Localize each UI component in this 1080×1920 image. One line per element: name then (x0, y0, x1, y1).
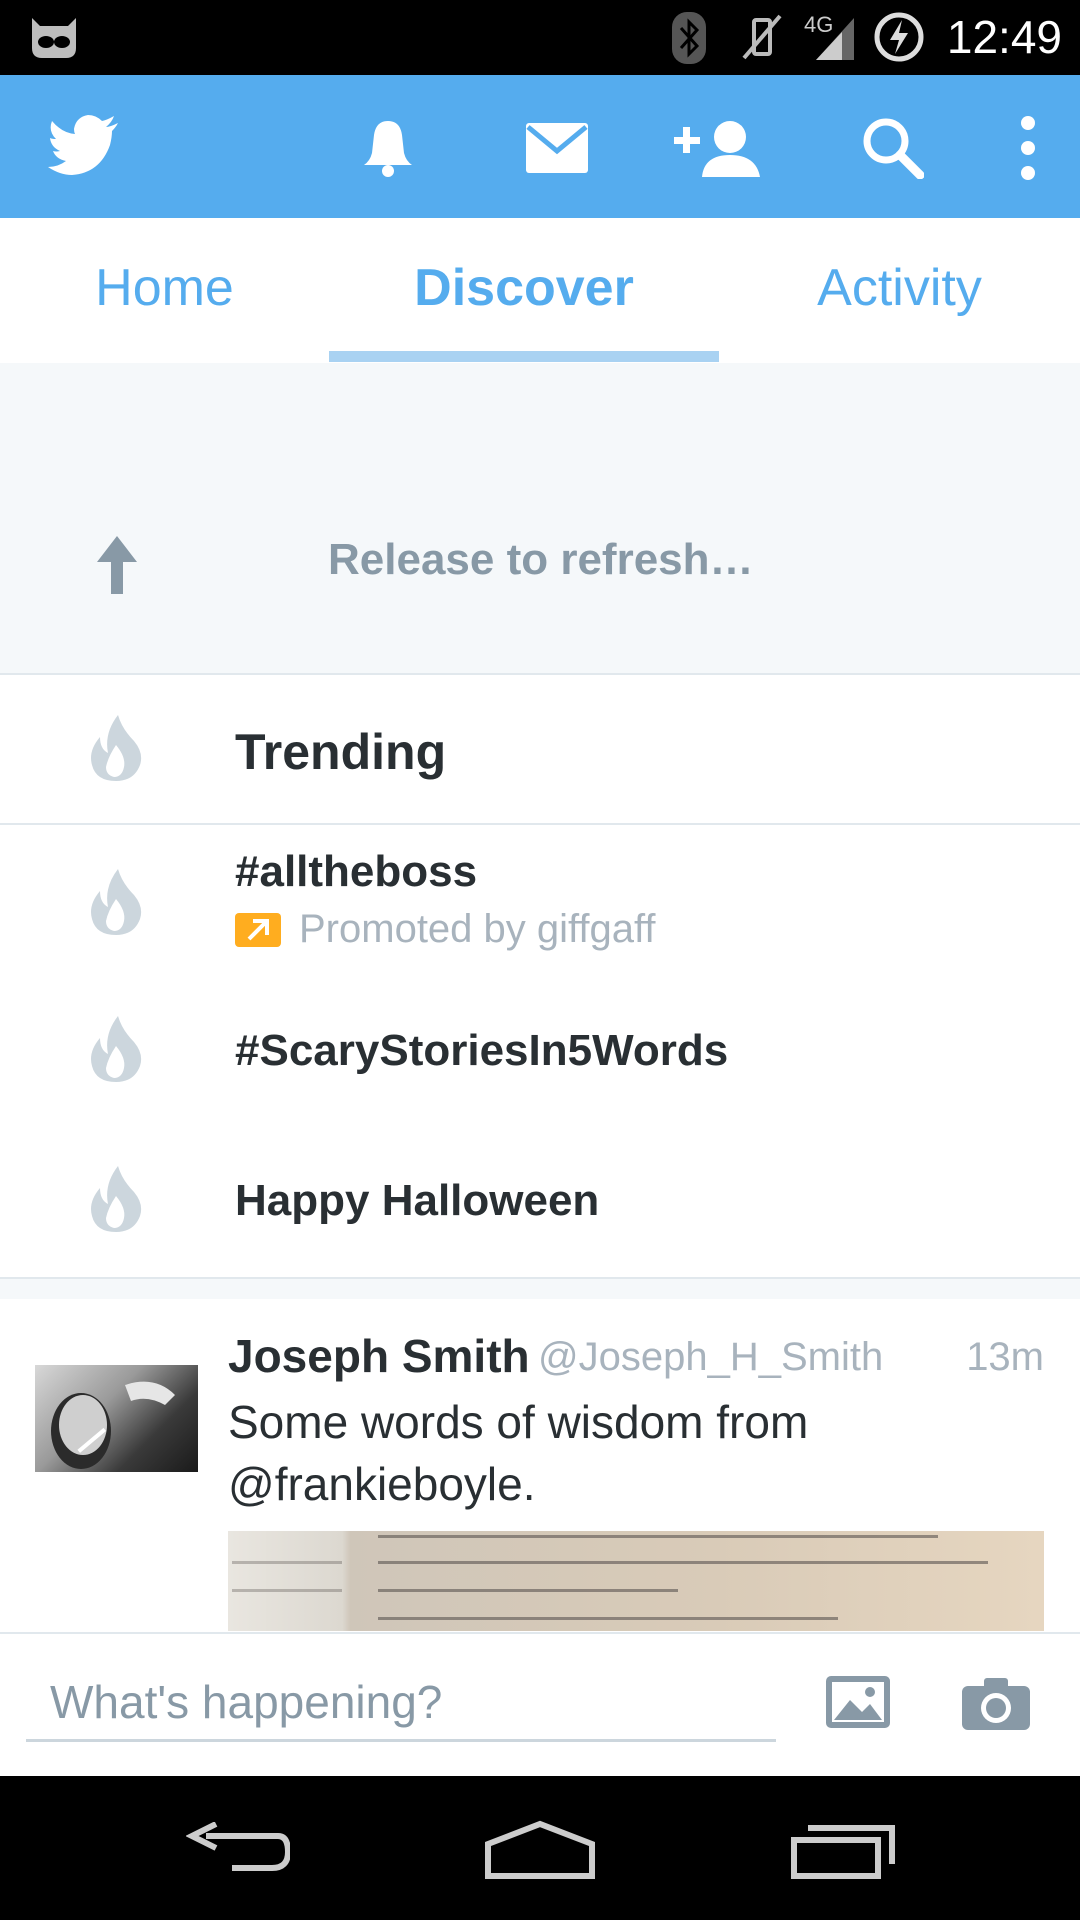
bluetooth-icon (672, 12, 706, 64)
trend-name: #alltheboss (235, 847, 478, 896)
messages-envelope-icon[interactable] (526, 123, 588, 173)
system-navigation-bar (0, 1776, 1080, 1920)
flame-icon (91, 715, 142, 781)
promoted-label: Promoted by giffgaff (235, 907, 656, 952)
tab-activity[interactable]: Activity (719, 218, 1080, 363)
promoted-text: Promoted by giffgaff (299, 907, 656, 951)
recents-icon[interactable] (790, 1820, 896, 1880)
clock: 12:49 (946, 11, 1062, 63)
status-bar: 4G 12:49 (0, 0, 1080, 75)
trend-name: Happy Halloween (235, 1176, 600, 1225)
add-user-icon[interactable] (674, 119, 764, 177)
twitter-bird-icon[interactable] (48, 115, 120, 175)
battery-charging-icon (874, 12, 924, 62)
trending-header: Trending (0, 675, 1080, 823)
avatar[interactable] (35, 1365, 198, 1472)
tweet-image[interactable] (228, 1531, 1044, 1631)
flame-icon (91, 869, 142, 935)
tweet-author-name[interactable]: Joseph Smith (228, 1329, 530, 1383)
action-bar (0, 75, 1080, 218)
active-tab-indicator (329, 351, 719, 362)
signal-icon (816, 18, 854, 60)
flame-icon (91, 1016, 142, 1082)
notifications-bell-icon[interactable] (360, 117, 416, 179)
tab-bar: Home Discover Activity (0, 218, 1080, 365)
tab-home[interactable]: Home (0, 218, 329, 363)
promoted-arrow-icon (235, 912, 281, 947)
pull-to-refresh: Release to refresh… (0, 363, 1080, 675)
image-icon[interactable] (826, 1676, 890, 1728)
flame-icon (91, 1166, 142, 1232)
refresh-label: Release to refresh… (328, 535, 754, 584)
camera-icon[interactable] (962, 1676, 1030, 1730)
home-icon[interactable] (484, 1820, 596, 1880)
back-icon[interactable] (186, 1822, 290, 1878)
tweet[interactable]: Joseph Smith @Joseph_H_Smith 13m Some wo… (0, 1299, 1080, 1632)
vibrate-off-icon (742, 14, 782, 60)
overflow-menu-icon[interactable] (1018, 115, 1038, 181)
trend-name: #ScaryStoriesIn5Words (235, 1026, 729, 1075)
section-separator (0, 1277, 1080, 1301)
trend-item[interactable]: #ScaryStoriesIn5Words (0, 990, 1080, 1120)
trend-item[interactable]: Happy Halloween (0, 1130, 1080, 1275)
arrow-up-icon (97, 536, 137, 594)
compose-bar (0, 1632, 1080, 1778)
cyanogen-mascot-icon (32, 18, 76, 58)
search-icon[interactable] (862, 117, 924, 179)
tweet-timestamp: 13m (966, 1335, 1044, 1379)
tweet-text: Some words of wisdom from @frankieboyle. (228, 1396, 809, 1510)
tab-discover[interactable]: Discover (329, 218, 719, 363)
trending-title: Trending (235, 724, 447, 780)
tweet-author-handle[interactable]: @Joseph_H_Smith (538, 1335, 883, 1380)
compose-input[interactable] (26, 1664, 776, 1742)
